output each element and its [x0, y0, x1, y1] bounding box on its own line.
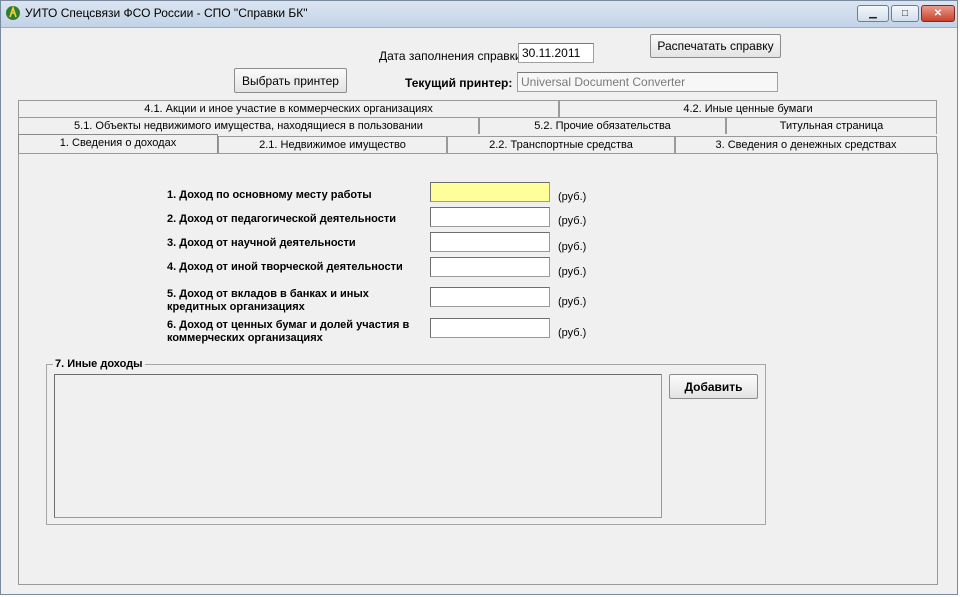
income-label-4: 4. Доход от иной творческой деятельности [167, 261, 403, 273]
income-label-3: 3. Доход от научной деятельности [167, 237, 356, 249]
income-unit-2: (руб.) [558, 215, 587, 227]
other-income-list[interactable] [54, 374, 662, 518]
app-logo-icon [6, 5, 20, 20]
income-deposits-input[interactable] [430, 287, 550, 307]
income-creative-input[interactable] [430, 257, 550, 277]
window-title: УИТО Спецсвязи ФСО России - СПО "Справки… [25, 6, 308, 20]
income-science-input[interactable] [430, 232, 550, 252]
income-securities-input[interactable] [430, 318, 550, 338]
income-main-job-input[interactable] [430, 182, 550, 202]
tab-real-estate[interactable]: 2.1. Недвижимое имущество [218, 136, 447, 153]
maximize-icon: □ [901, 8, 909, 19]
close-button[interactable]: ✕ [921, 5, 955, 22]
income-label-1: 1. Доход по основному месту работы [167, 189, 372, 201]
income-teaching-input[interactable] [430, 207, 550, 227]
current-printer-label: Текущий принтер: [405, 76, 513, 90]
income-unit-6: (руб.) [558, 327, 587, 339]
tab-other-securities[interactable]: 4.2. Иные ценные бумаги [559, 100, 937, 117]
minimize-icon: ▁ [869, 8, 877, 19]
other-income-title: 7. Иные доходы [53, 358, 145, 370]
income-label-6: 6. Доход от ценных бумаг и долей участия… [167, 319, 410, 344]
income-unit-3: (руб.) [558, 241, 587, 253]
tab-bank-accounts[interactable]: 3. Сведения о денежных средствах [675, 136, 937, 153]
tab-stocks[interactable]: 4.1. Акции и иное участие в коммерческих… [18, 100, 559, 117]
tab-other-obligations[interactable]: 5.2. Прочие обязательства [479, 117, 726, 134]
tab-income[interactable]: 1. Сведения о доходах [18, 134, 218, 153]
current-printer-field: Universal Document Converter [517, 72, 778, 92]
income-unit-4: (руб.) [558, 266, 587, 278]
select-printer-button[interactable]: Выбрать принтер [234, 68, 347, 93]
income-unit-1: (руб.) [558, 191, 587, 203]
minimize-button[interactable]: ▁ [857, 5, 889, 22]
tab-real-estate-in-use[interactable]: 5.1. Объекты недвижимого имущества, нахо… [18, 117, 479, 134]
print-button[interactable]: Распечатать справку [650, 34, 781, 58]
close-icon: ✕ [933, 8, 943, 19]
income-label-5: 5. Доход от вкладов в банках и иных кред… [167, 288, 369, 313]
income-unit-5: (руб.) [558, 296, 587, 308]
tab-vehicles[interactable]: 2.2. Транспортные средства [447, 136, 675, 153]
maximize-button[interactable]: □ [891, 5, 919, 22]
add-other-income-button[interactable]: Добавить [669, 374, 758, 399]
date-field[interactable]: 30.11.2011 [518, 43, 594, 63]
date-label: Дата заполнения справки [379, 49, 522, 63]
income-label-2: 2. Доход от педагогической деятельности [167, 213, 396, 225]
app-window: УИТО Спецсвязи ФСО России - СПО "Справки… [0, 0, 958, 595]
tab-title-page[interactable]: Титульная страница [726, 117, 937, 134]
title-bar: УИТО Спецсвязи ФСО России - СПО "Справки… [1, 1, 957, 28]
